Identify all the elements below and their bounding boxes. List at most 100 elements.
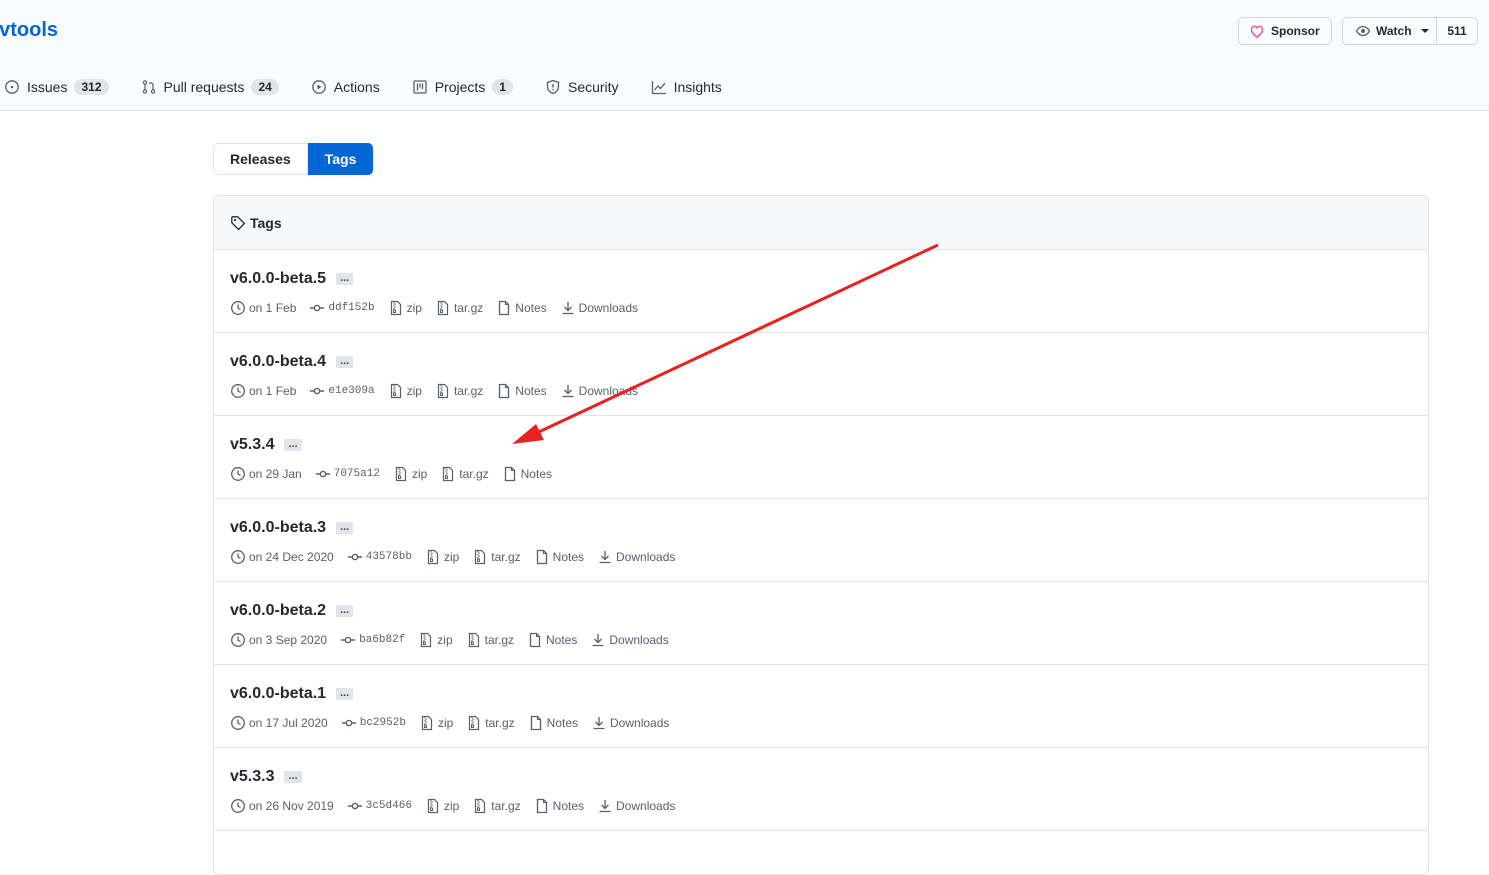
- zip-link[interactable]: zip: [425, 549, 459, 565]
- tag-row: v5.3.4... on 29 Jan 7075a12 zip tar.gz Notes: [214, 416, 1428, 499]
- downloads-link[interactable]: Downloads: [591, 715, 669, 731]
- tag-name-link[interactable]: v5.3.4: [230, 436, 274, 454]
- tag-name-link[interactable]: v5.3.3: [230, 768, 274, 786]
- downloads-label: Downloads: [616, 550, 676, 564]
- targz-link[interactable]: tar.gz: [435, 300, 483, 316]
- tag-name-link[interactable]: v6.0.0-beta.5: [230, 270, 326, 288]
- tag-title-row: v6.0.0-beta.4...: [230, 353, 1412, 371]
- tag-date-text: on 26 Nov 2019: [249, 799, 334, 813]
- ellipsis-button[interactable]: ...: [336, 688, 354, 700]
- tags-box: Tags v6.0.0-beta.5... on 1 Feb ddf152b zip t…: [213, 195, 1429, 875]
- targz-link[interactable]: tar.gz: [466, 632, 514, 648]
- commit-icon: [347, 549, 363, 565]
- zip-link[interactable]: zip: [393, 466, 427, 482]
- chevron-down-icon: [1420, 29, 1429, 33]
- tab-issues[interactable]: Issues 312: [4, 79, 109, 95]
- commit-icon: [309, 300, 325, 316]
- zip-label: zip: [437, 633, 453, 647]
- tab-pull-requests-count: 24: [251, 79, 279, 95]
- notes-link[interactable]: Notes: [528, 715, 578, 731]
- zip-label: zip: [411, 467, 428, 481]
- zip-link[interactable]: zip: [388, 383, 422, 399]
- file-icon: [496, 300, 512, 316]
- tab-projects[interactable]: Projects 1: [412, 79, 513, 95]
- targz-link[interactable]: tar.gz: [440, 466, 489, 482]
- notes-link[interactable]: Notes: [534, 549, 584, 565]
- zip-label: zip: [443, 550, 460, 564]
- commit-icon: [347, 798, 363, 814]
- tag-row: v6.0.0-beta.4... on 1 Feb e1e309a zip tar.gz…: [214, 333, 1428, 416]
- tags-box-title: Tags: [250, 214, 282, 231]
- notes-link[interactable]: Notes: [496, 300, 547, 316]
- ellipsis-button[interactable]: ...: [284, 439, 302, 451]
- file-zip-icon: [440, 466, 456, 482]
- zip-link[interactable]: zip: [418, 632, 453, 648]
- zip-label: zip: [437, 716, 454, 730]
- notes-link[interactable]: Notes: [502, 466, 552, 482]
- releases-tab[interactable]: Releases: [213, 143, 308, 175]
- pull-request-icon: [141, 79, 157, 95]
- file-zip-icon: [466, 632, 482, 648]
- targz-link[interactable]: tar.gz: [435, 383, 483, 399]
- targz-link[interactable]: tar.gz: [466, 715, 515, 731]
- commit-link[interactable]: 3c5d466: [347, 798, 412, 814]
- tag-row: v6.0.0-beta.5... on 1 Feb ddf152b zip tar.gz…: [214, 250, 1428, 333]
- targz-label: tar.gz: [491, 799, 521, 813]
- targz-link[interactable]: tar.gz: [472, 549, 521, 565]
- download-icon: [597, 798, 613, 814]
- tag-name-link[interactable]: v6.0.0-beta.2: [230, 602, 326, 620]
- tab-pull-requests[interactable]: Pull requests 24: [141, 79, 279, 95]
- watch-label: Watch: [1376, 24, 1412, 38]
- downloads-link[interactable]: Downloads: [560, 300, 638, 316]
- commit-icon: [309, 383, 325, 399]
- ellipsis-button[interactable]: ...: [336, 522, 354, 534]
- tag-row: v6.0.0-beta.3... on 24 Dec 2020 43578bb zip…: [214, 499, 1428, 582]
- repo-name-link[interactable]: evtools: [0, 19, 58, 42]
- tag-name-link[interactable]: v6.0.0-beta.1: [230, 685, 326, 703]
- tab-pull-requests-label: Pull requests: [163, 79, 245, 95]
- ellipsis-button[interactable]: ...: [336, 356, 354, 368]
- tab-insights[interactable]: Insights: [651, 79, 722, 95]
- tab-actions[interactable]: Actions: [311, 79, 380, 95]
- sponsor-button[interactable]: Sponsor: [1238, 17, 1332, 45]
- commit-link[interactable]: ddf152b: [309, 300, 375, 316]
- targz-link[interactable]: tar.gz: [472, 798, 521, 814]
- tags-box-header: Tags: [214, 196, 1428, 250]
- downloads-link[interactable]: Downloads: [560, 383, 638, 399]
- zip-link[interactable]: zip: [419, 715, 453, 731]
- tab-security[interactable]: Security: [545, 79, 619, 95]
- commit-link[interactable]: 43578bb: [347, 549, 412, 565]
- downloads-link[interactable]: Downloads: [597, 549, 675, 565]
- file-zip-icon: [472, 549, 488, 565]
- commit-link[interactable]: 7075a12: [315, 466, 380, 482]
- watch-count-link[interactable]: 511: [1437, 24, 1477, 38]
- commit-link[interactable]: bc2952b: [341, 715, 406, 731]
- tag-name-link[interactable]: v6.0.0-beta.4: [230, 353, 326, 371]
- tag-name-link[interactable]: v6.0.0-beta.3: [230, 519, 326, 537]
- tags-tab[interactable]: Tags: [307, 143, 374, 175]
- downloads-link[interactable]: Downloads: [590, 632, 669, 648]
- zip-link[interactable]: zip: [425, 798, 459, 814]
- notes-label: Notes: [546, 633, 578, 647]
- downloads-link[interactable]: Downloads: [597, 798, 675, 814]
- notes-link[interactable]: Notes: [534, 798, 584, 814]
- ellipsis-button[interactable]: ...: [284, 771, 302, 783]
- commit-link[interactable]: e1e309a: [309, 383, 375, 399]
- notes-link[interactable]: Notes: [527, 632, 577, 648]
- commit-sha: 7075a12: [333, 468, 380, 480]
- clock-icon: [230, 383, 246, 399]
- commit-link[interactable]: ba6b82f: [340, 632, 405, 648]
- releases-tags-subnav: Releases Tags: [213, 143, 374, 175]
- ellipsis-button[interactable]: ...: [336, 273, 354, 285]
- file-zip-icon: [435, 383, 451, 399]
- notes-link[interactable]: Notes: [496, 383, 547, 399]
- file-zip-icon: [388, 383, 404, 399]
- ellipsis-button[interactable]: ...: [336, 605, 354, 617]
- zip-link[interactable]: zip: [388, 300, 422, 316]
- downloads-label: Downloads: [578, 384, 639, 398]
- clock-icon: [230, 549, 246, 565]
- download-icon: [591, 715, 607, 731]
- download-icon: [590, 632, 606, 648]
- commit-sha: ba6b82f: [359, 634, 406, 646]
- watch-button[interactable]: Watch: [1343, 18, 1437, 44]
